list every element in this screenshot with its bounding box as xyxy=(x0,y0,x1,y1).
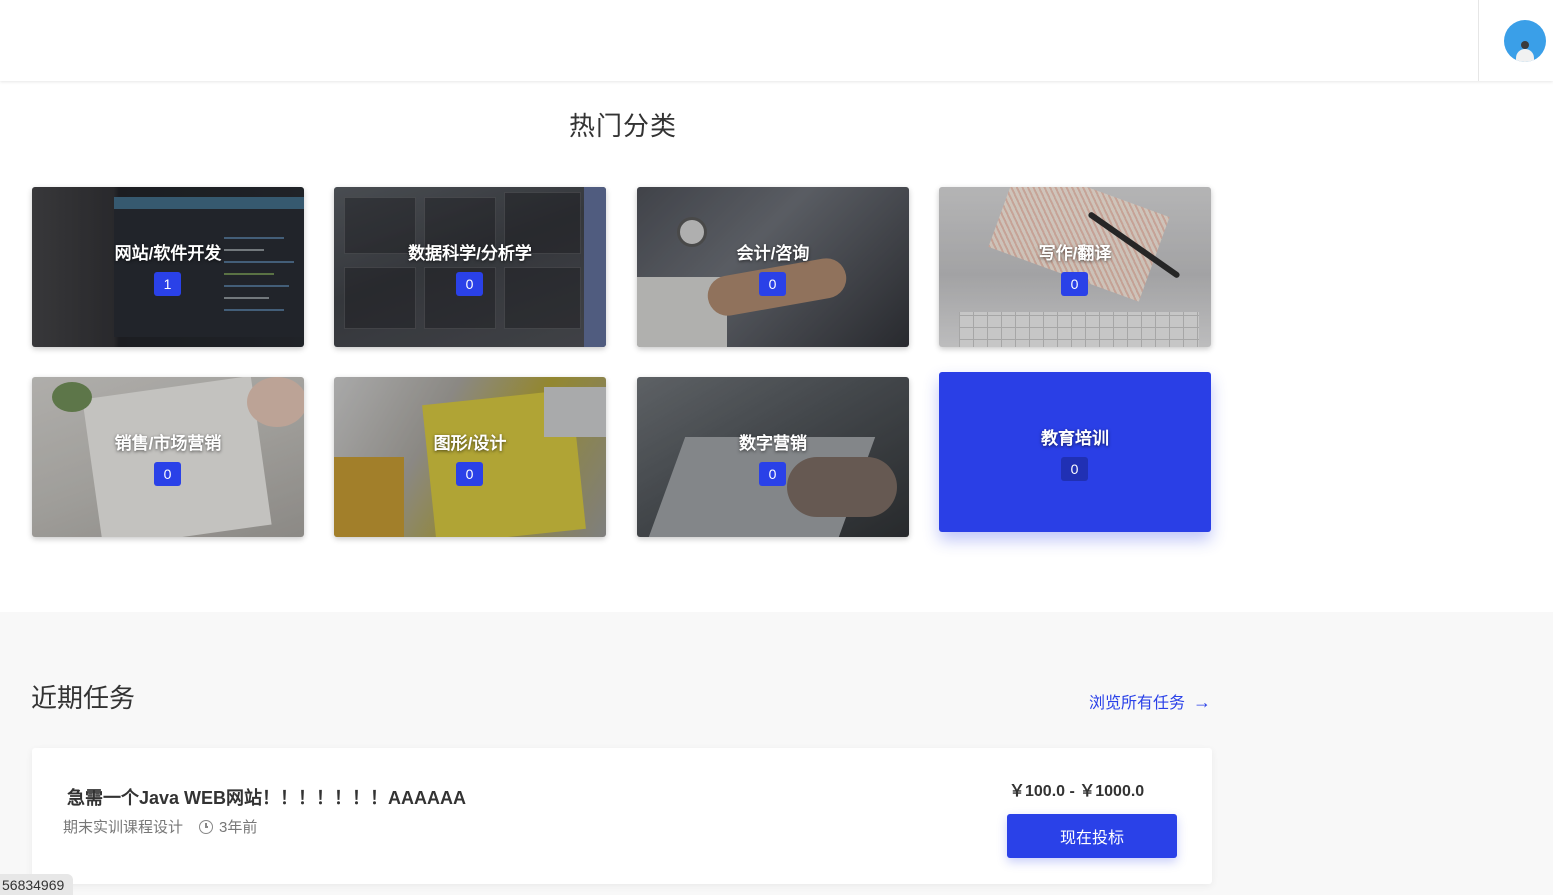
task-category: 期末实训课程设计 xyxy=(63,819,184,836)
bid-now-button[interactable]: 现在投标 xyxy=(1007,814,1177,858)
category-card-data-science[interactable]: 数据科学/分析学 0 xyxy=(334,187,606,347)
task-meta: 期末实训课程设计 3年前 xyxy=(63,816,257,837)
category-count-badge: 0 xyxy=(1061,457,1088,481)
category-card-accounting[interactable]: 会计/咨询 0 xyxy=(637,187,909,347)
category-card-writing[interactable]: 写作/翻译 0 xyxy=(939,187,1211,347)
category-label: 数据科学/分析学 xyxy=(408,244,532,263)
card-overlay xyxy=(334,377,606,537)
task-price-range: ￥100.0 - ￥1000.0 xyxy=(1009,783,1145,800)
category-card-education[interactable]: 教育培训 0 xyxy=(939,372,1211,532)
category-card-graphic-design[interactable]: 图形/设计 0 xyxy=(334,377,606,537)
category-label: 销售/市场营销 xyxy=(114,434,222,453)
browse-all-tasks-link[interactable]: 浏览所有任务 → xyxy=(1089,689,1211,713)
category-label: 网站/软件开发 xyxy=(114,244,222,263)
recent-tasks-title: 近期任务 xyxy=(31,683,136,713)
category-card-sales-marketing[interactable]: 销售/市场营销 0 xyxy=(32,377,304,537)
card-overlay xyxy=(637,187,909,347)
section-title-hot-categories: 热门分类 xyxy=(569,111,678,141)
card-overlay xyxy=(939,187,1211,347)
category-label: 图形/设计 xyxy=(433,434,507,453)
task-title[interactable]: 急需一个Java WEB网站！！！！！！！AAAAAA xyxy=(67,784,466,810)
browse-link-label: 浏览所有任务 xyxy=(1089,695,1186,712)
category-card-digital-marketing[interactable]: 数字营销 0 xyxy=(637,377,909,537)
category-count-badge: 1 xyxy=(154,272,181,296)
category-count-badge: 0 xyxy=(1061,272,1088,296)
clock-icon xyxy=(199,819,214,834)
avatar-head xyxy=(1521,41,1529,49)
card-overlay xyxy=(637,377,909,537)
category-card-web-dev[interactable]: 网站/软件开发 1 xyxy=(32,187,304,347)
task-card: 急需一个Java WEB网站！！！！！！！AAAAAA 期末实训课程设计 3年前… xyxy=(32,748,1212,884)
card-overlay xyxy=(32,187,304,347)
corner-id-label: 56834969 xyxy=(0,874,74,895)
card-overlay xyxy=(32,377,304,537)
category-label: 数字营销 xyxy=(739,434,807,453)
category-label: 教育培训 xyxy=(1041,429,1109,448)
top-navbar xyxy=(0,0,1553,81)
category-count-badge: 0 xyxy=(154,462,181,486)
task-time: 3年前 xyxy=(219,819,258,836)
avatar-body xyxy=(1516,49,1534,62)
category-count-badge: 0 xyxy=(759,272,786,296)
card-overlay xyxy=(334,187,606,347)
arrow-right-icon: → xyxy=(1193,692,1212,712)
category-count-badge: 0 xyxy=(759,462,786,486)
category-label: 会计/咨询 xyxy=(736,244,810,263)
navbar-divider xyxy=(1478,0,1479,81)
category-count-badge: 0 xyxy=(456,272,483,296)
category-label: 写作/翻译 xyxy=(1038,244,1112,263)
category-count-badge: 0 xyxy=(456,462,483,486)
user-avatar-icon[interactable] xyxy=(1504,20,1546,62)
